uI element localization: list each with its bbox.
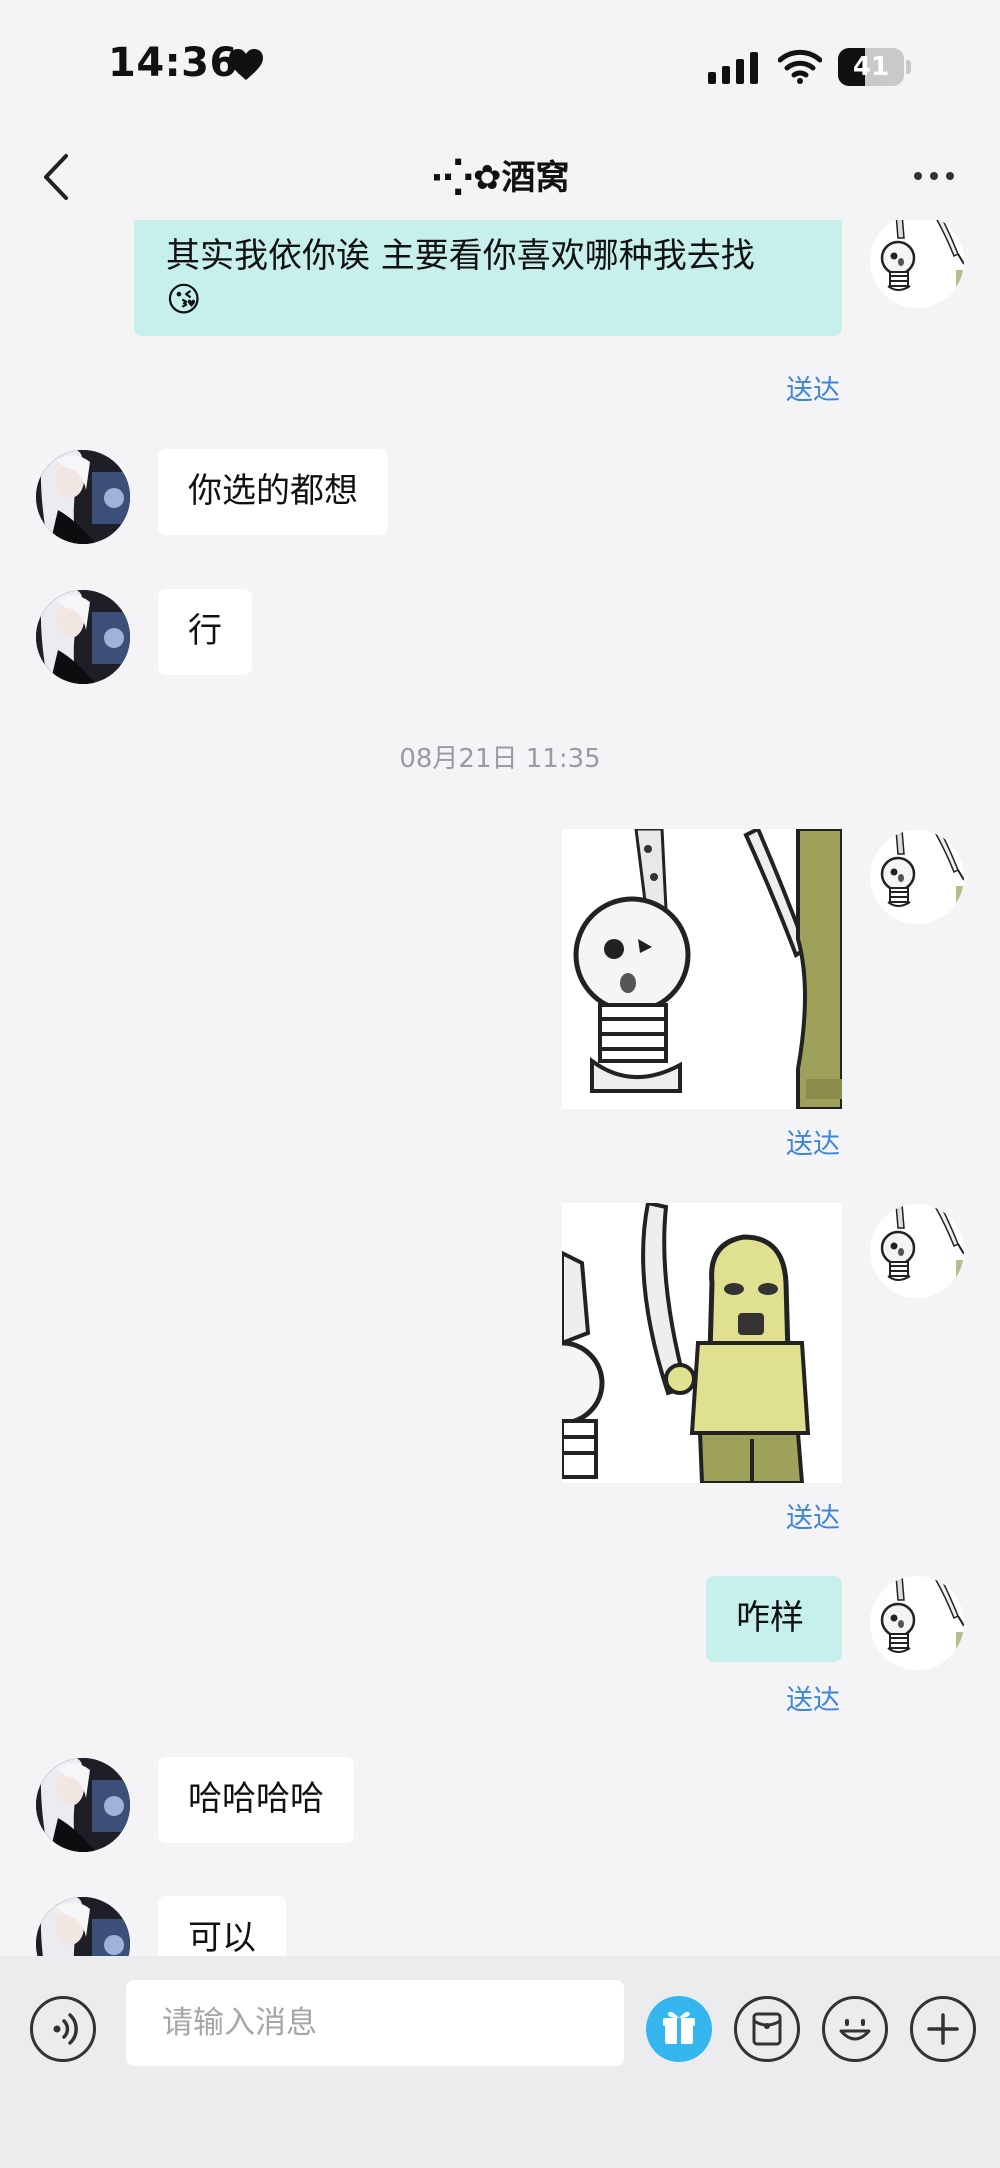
sticker-image[interactable]	[562, 829, 842, 1109]
kiss-emoji: 😘	[166, 280, 202, 320]
more-icon[interactable]	[912, 166, 956, 186]
sticker-image[interactable]	[562, 1203, 842, 1483]
self-avatar[interactable]	[870, 220, 964, 308]
message-bubble[interactable]: 咋样	[706, 1576, 842, 1662]
self-avatar[interactable]	[870, 1204, 964, 1298]
status-bar: 14:36 41	[0, 0, 1000, 120]
gift-button[interactable]	[646, 1996, 712, 2062]
delivered-status: 送达	[786, 1129, 840, 1160]
message-bubble[interactable]: 你选的都想	[158, 449, 388, 535]
plus-button[interactable]	[910, 1996, 976, 2062]
message-list[interactable]: 其实我依你诶 主要看你喜欢哪种我去找 😘 送达 你选的都想 行 08月21日 1…	[0, 220, 1000, 1956]
message-bubble[interactable]: 哈哈哈哈	[158, 1757, 354, 1843]
message-text: 可以	[188, 1918, 256, 1956]
voice-button[interactable]	[30, 1996, 96, 2062]
message-text: 咋样	[736, 1598, 804, 1638]
title-decoration: ·⁛✿	[430, 158, 502, 198]
plus-icon	[927, 2013, 959, 2045]
signal-icon	[708, 52, 758, 84]
self-avatar[interactable]	[870, 830, 964, 924]
battery-icon: 41	[838, 48, 912, 86]
message-timestamp: 08月21日 11:35	[399, 744, 601, 774]
input-bar	[0, 1956, 1000, 2168]
battery-level: 41	[852, 52, 890, 82]
message-text: 哈哈哈哈	[188, 1779, 324, 1819]
message-text: 其实我依你诶 主要看你喜欢哪种我去找	[166, 236, 755, 276]
self-avatar[interactable]	[870, 1576, 964, 1670]
contact-avatar[interactable]	[36, 450, 130, 544]
message-bubble[interactable]: 行	[158, 589, 252, 675]
sticker-executioner-art	[562, 1203, 842, 1483]
delivered-status: 送达	[786, 1685, 840, 1716]
heart-icon	[229, 49, 263, 80]
message-bubble[interactable]: 可以	[158, 1896, 286, 1956]
status-time: 14:36	[108, 40, 238, 86]
wifi-icon	[778, 49, 822, 84]
message-text: 你选的都想	[188, 471, 358, 511]
voice-icon	[53, 2013, 78, 2045]
message-text: 行	[188, 611, 222, 651]
delivered-status: 送达	[786, 1503, 840, 1534]
chat-header: ·⁛✿酒窝	[0, 130, 1000, 220]
sticker-prisoner-art	[562, 829, 842, 1109]
emoji-button[interactable]	[822, 1996, 888, 2062]
delivered-status: 送达	[786, 375, 840, 406]
contact-avatar[interactable]	[36, 590, 130, 684]
red-packet-icon	[752, 2012, 782, 2046]
contact-avatar[interactable]	[36, 1897, 130, 1956]
emoji-icon	[839, 2019, 871, 2041]
gift-icon	[663, 2011, 695, 2044]
contact-name: 酒窝	[501, 158, 570, 198]
message-bubble[interactable]: 其实我依你诶 主要看你喜欢哪种我去找 😘	[134, 220, 842, 336]
contact-avatar[interactable]	[36, 1758, 130, 1852]
red-packet-button[interactable]	[734, 1996, 800, 2062]
message-input[interactable]	[126, 1980, 624, 2066]
chat-title: ·⁛✿酒窝	[0, 150, 1000, 199]
